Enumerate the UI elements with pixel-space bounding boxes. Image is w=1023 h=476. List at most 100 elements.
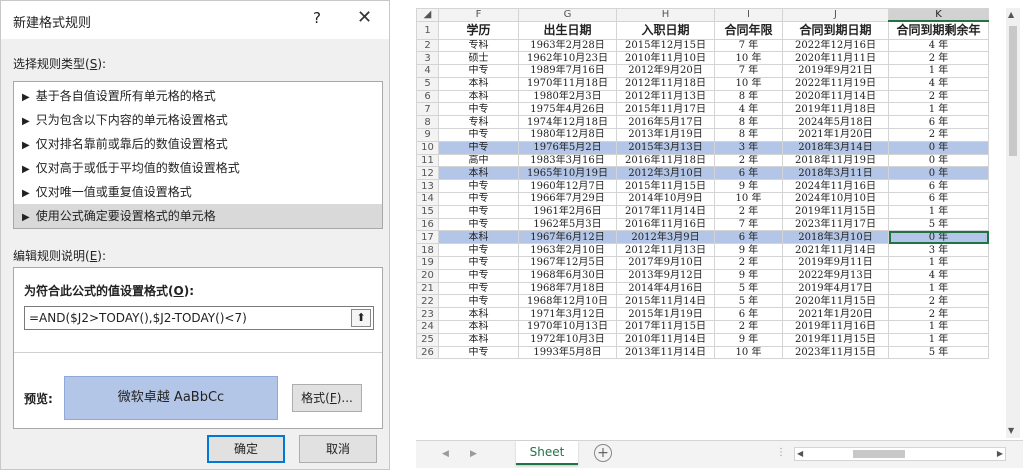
row-header[interactable]: 2	[416, 38, 439, 53]
row-header[interactable]: 3	[416, 51, 439, 66]
table-cell[interactable]: 2 年	[714, 320, 783, 334]
rule-type-item[interactable]: ▶ 仅对排名靠前或靠后的数值设置格式	[14, 132, 382, 156]
table-cell[interactable]: 1970年11月18日	[518, 76, 617, 91]
table-cell[interactable]: 中专	[438, 179, 519, 194]
table-cell[interactable]: 2019年11月15日	[782, 332, 889, 347]
table-cell[interactable]: 2021年1月20日	[782, 307, 889, 322]
table-cell[interactable]: 2022年9月13日	[782, 268, 889, 283]
table-cell[interactable]: 1968年12月10日	[518, 294, 617, 309]
table-cell[interactable]: 6 年	[888, 192, 989, 206]
row-header[interactable]: 4	[416, 64, 439, 78]
row-header[interactable]: 14	[416, 192, 439, 206]
table-cell[interactable]: 1 年	[888, 320, 989, 334]
rule-type-item[interactable]: ▶ 只为包含以下内容的单元格设置格式	[14, 108, 382, 132]
table-cell[interactable]: 本科	[438, 89, 519, 104]
format-button[interactable]: 格式(F)...	[292, 384, 362, 412]
table-cell[interactable]: 2015年11月17日	[616, 102, 715, 117]
table-cell[interactable]: 1967年6月12日	[518, 230, 617, 245]
row-header[interactable]: 20	[416, 268, 439, 283]
table-cell[interactable]: 1971年3月12日	[518, 307, 617, 322]
formula-input[interactable]: =AND($J2>TODAY(),$J2-TODAY()<7) ⬆	[24, 306, 374, 330]
table-cell[interactable]: 2021年1月20日	[782, 128, 889, 142]
table-cell[interactable]: 3 年	[888, 243, 989, 258]
table-cell[interactable]: 2019年11月16日	[782, 320, 889, 334]
table-cell[interactable]: 2013年9月12日	[616, 268, 715, 283]
table-cell[interactable]: 2015年11月14日	[616, 294, 715, 309]
sheet-tab[interactable]: Sheet	[516, 441, 578, 465]
row-header[interactable]: 8	[416, 115, 439, 130]
table-cell[interactable]: 1 年	[888, 332, 989, 347]
table-cell[interactable]: 3 年	[714, 140, 783, 155]
row-header[interactable]: 16	[416, 217, 439, 232]
table-cell[interactable]: 2012年11月13日	[616, 89, 715, 104]
table-cell[interactable]: 2019年9月11日	[782, 256, 889, 270]
row-header[interactable]: 26	[416, 345, 439, 360]
table-cell[interactable]: 2019年9月21日	[782, 64, 889, 78]
table-cell[interactable]: 5 年	[888, 345, 989, 360]
table-cell[interactable]: 1976年5月2日	[518, 140, 617, 155]
row-header[interactable]: 21	[416, 281, 439, 296]
table-cell[interactable]: 1989年7月16日	[518, 64, 617, 78]
ok-button[interactable]: 确定	[207, 435, 285, 463]
close-icon[interactable]: ✕	[357, 7, 372, 28]
table-cell[interactable]: 2017年9月10日	[616, 256, 715, 270]
row-header[interactable]: 22	[416, 294, 439, 309]
table-cell[interactable]: 5 年	[714, 281, 783, 296]
table-cell[interactable]: 2012年9月20日	[616, 64, 715, 78]
row-header[interactable]: 19	[416, 256, 439, 270]
table-cell[interactable]: 6 年	[888, 179, 989, 194]
table-cell[interactable]: 本科	[438, 76, 519, 91]
table-cell[interactable]: 1963年2月10日	[518, 243, 617, 258]
add-sheet-icon[interactable]: +	[594, 444, 612, 462]
next-sheet-icon[interactable]: ▶	[470, 449, 477, 459]
table-cell[interactable]: 10 年	[714, 51, 783, 66]
table-cell[interactable]: 2 年	[714, 153, 783, 168]
table-cell[interactable]: 2015年1月19日	[616, 307, 715, 322]
table-cell[interactable]: 中专	[438, 64, 519, 78]
table-cell[interactable]: 中专	[438, 243, 519, 258]
table-cell[interactable]: 2010年11月10日	[616, 51, 715, 66]
table-cell[interactable]: 1961年2月6日	[518, 204, 617, 219]
table-cell[interactable]: 8 年	[714, 115, 783, 130]
table-cell[interactable]: 中专	[438, 217, 519, 232]
row-header[interactable]: 1	[416, 20, 439, 40]
header-cell[interactable]: 合同年限	[714, 20, 783, 40]
table-cell[interactable]: 6 年	[714, 230, 783, 245]
table-cell[interactable]: 5 年	[888, 217, 989, 232]
table-cell[interactable]: 1967年12月5日	[518, 256, 617, 270]
column-header[interactable]: J	[782, 8, 889, 22]
table-cell[interactable]: 9 年	[714, 268, 783, 283]
vertical-scroll-thumb[interactable]	[1009, 26, 1017, 156]
help-icon[interactable]: ?	[313, 9, 321, 27]
row-header[interactable]: 13	[416, 179, 439, 194]
table-cell[interactable]: 2 年	[888, 294, 989, 309]
table-cell[interactable]: 2012年11月13日	[616, 243, 715, 258]
table-cell[interactable]: 2022年11月19日	[782, 76, 889, 91]
table-cell[interactable]: 4 年	[888, 268, 989, 283]
table-cell[interactable]: 10 年	[714, 345, 783, 360]
table-cell[interactable]: 9 年	[714, 332, 783, 347]
table-cell[interactable]: 9 年	[714, 179, 783, 194]
table-cell[interactable]: 1968年6月30日	[518, 268, 617, 283]
table-cell[interactable]: 1962年10月23日	[518, 51, 617, 66]
tab-split-handle-icon[interactable]: ⋮	[776, 447, 786, 458]
table-cell[interactable]: 2013年11月14日	[616, 345, 715, 360]
table-cell[interactable]: 4 年	[888, 38, 989, 53]
row-header[interactable]: 10	[416, 140, 439, 155]
table-cell[interactable]: 本科	[438, 230, 519, 245]
scroll-down-icon[interactable]: ▼	[1008, 426, 1014, 435]
column-header[interactable]: H	[616, 8, 715, 22]
row-header[interactable]: 7	[416, 102, 439, 117]
table-cell[interactable]: 7 年	[714, 217, 783, 232]
table-cell[interactable]: 2018年3月10日	[782, 230, 889, 245]
scroll-right-icon[interactable]: ▶	[997, 449, 1003, 458]
table-cell[interactable]: 2014年10月9日	[616, 192, 715, 206]
table-cell[interactable]: 1 年	[888, 102, 989, 117]
table-cell[interactable]: 专科	[438, 38, 519, 53]
table-cell[interactable]: 2016年11月18日	[616, 153, 715, 168]
table-cell[interactable]: 2012年3月10日	[616, 166, 715, 181]
cancel-button[interactable]: 取消	[299, 435, 377, 463]
scroll-left-icon[interactable]: ◀	[797, 449, 803, 458]
table-cell[interactable]: 2019年11月15日	[782, 204, 889, 219]
header-cell[interactable]: 出生日期	[518, 20, 617, 40]
